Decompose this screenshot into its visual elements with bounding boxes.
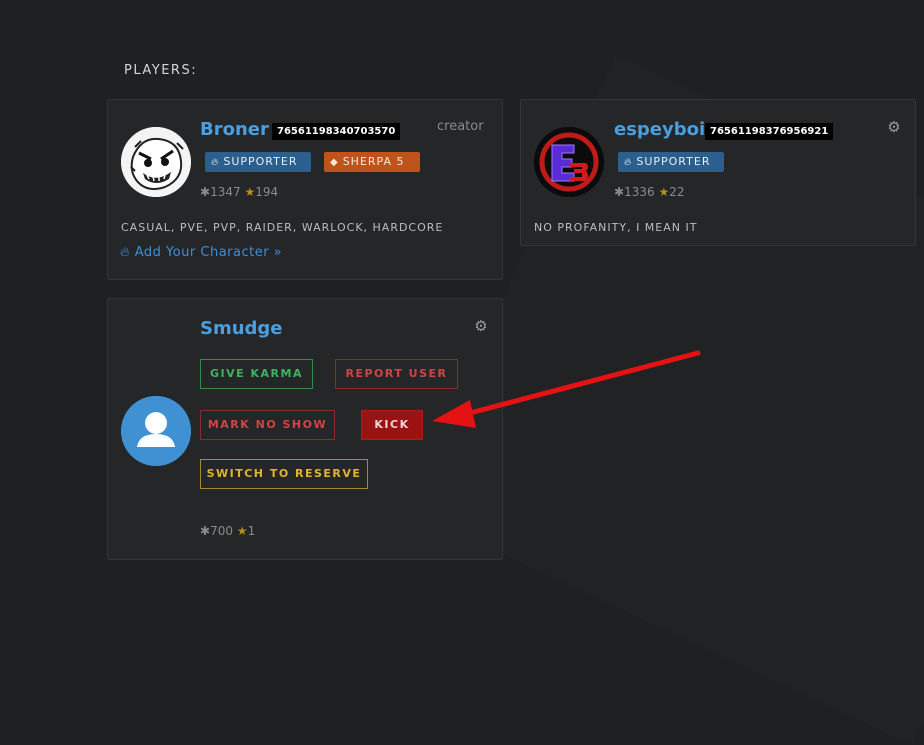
annotation-arrow-icon bbox=[432, 350, 701, 428]
